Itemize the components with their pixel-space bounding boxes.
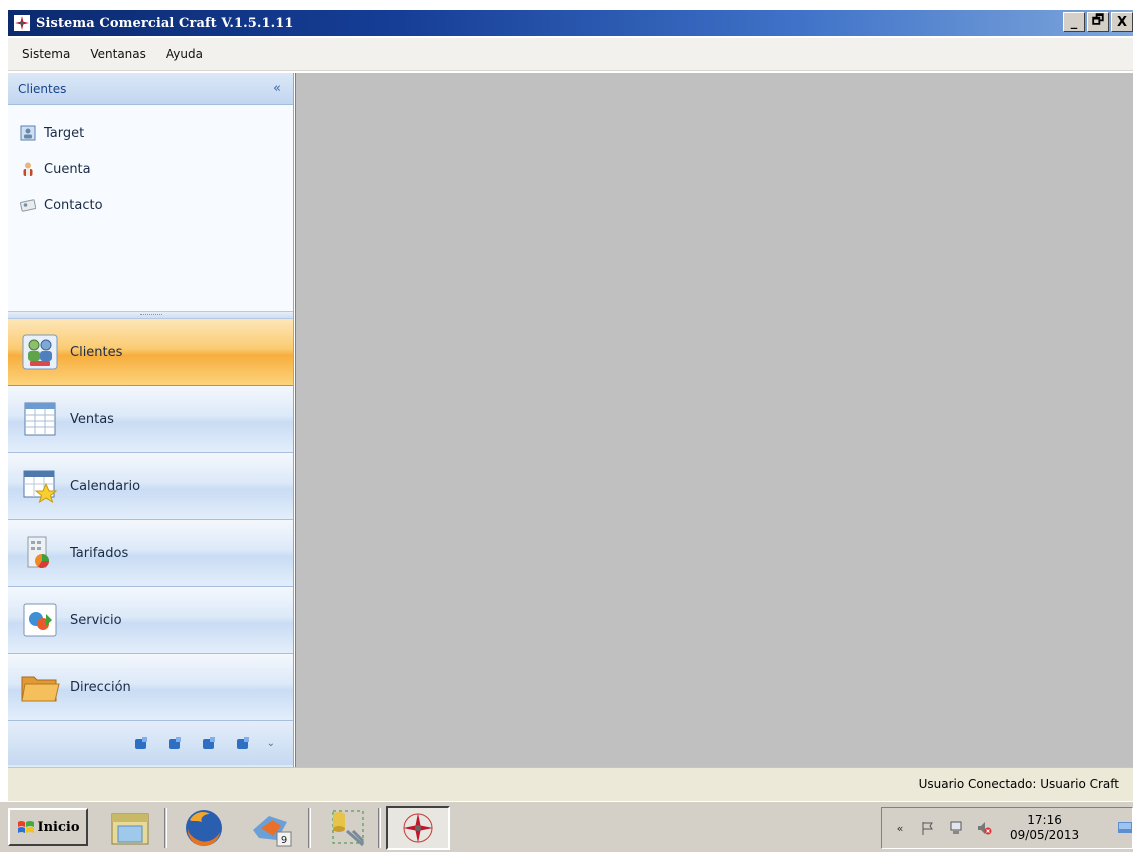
nav-button-calendario[interactable]: Calendario xyxy=(8,453,293,520)
database-tools-icon xyxy=(332,810,365,847)
window-controls: _ 🗗 X xyxy=(1061,12,1133,32)
nav-button-tarifados[interactable]: Tarifados xyxy=(8,520,293,587)
windows-flag-icon xyxy=(17,821,34,833)
collapse-pane-button[interactable]: « xyxy=(273,81,281,96)
clock-date: 09/05/2013 xyxy=(1010,828,1080,842)
nav-link-contacto[interactable]: Contacto xyxy=(8,187,293,223)
nav-button-label: Tarifados xyxy=(70,545,129,561)
contact-card-icon xyxy=(20,199,36,212)
menu-ayuda[interactable]: Ayuda xyxy=(166,47,203,61)
nav-link-target[interactable]: Target xyxy=(8,115,293,151)
volume-muted-icon[interactable] xyxy=(976,820,992,836)
tray-expand-icon[interactable]: « xyxy=(892,820,908,836)
nav-link-label: Target xyxy=(44,125,85,141)
taskbar-toolbox[interactable]: 9 xyxy=(240,806,304,850)
taskbar-separator xyxy=(308,808,311,848)
nav-button-direccion[interactable]: Dirección xyxy=(8,654,293,721)
nav-overflow-bar: ⌄ xyxy=(8,721,293,765)
clock-time: 17:16 xyxy=(1027,813,1062,827)
overflow-module-icon[interactable] xyxy=(235,735,251,751)
taskbar-db-tools[interactable] xyxy=(314,806,378,850)
start-label: Inicio xyxy=(37,819,80,835)
menu-ventanas[interactable]: Ventanas xyxy=(90,47,146,61)
minimize-button[interactable]: _ xyxy=(1063,12,1085,32)
account-user-icon xyxy=(23,162,33,176)
rates-chart-icon xyxy=(20,533,60,573)
nav-button-label: Ventas xyxy=(70,411,114,427)
taskbar: Inicio 9 « 17:16 09/05/2013 xyxy=(0,801,1133,852)
file-explorer-icon xyxy=(111,813,149,845)
splitter-grip xyxy=(139,314,162,316)
nav-button-ventas[interactable]: Ventas xyxy=(8,386,293,453)
pane-splitter[interactable] xyxy=(8,311,293,319)
nav-button-label: Calendario xyxy=(70,478,141,494)
app-compass-icon xyxy=(403,813,433,843)
taskbar-clock[interactable]: 17:16 09/05/2013 xyxy=(1010,813,1079,843)
menu-sistema[interactable]: Sistema xyxy=(22,47,70,61)
system-tray: « 17:16 09/05/2013 xyxy=(881,807,1133,849)
window-title: Sistema Comercial Craft V.1.5.1.11 xyxy=(36,15,294,31)
nav-button-clientes[interactable]: Clientes xyxy=(8,319,293,386)
menu-bar: Sistema Ventanas Ayuda xyxy=(8,38,1133,71)
show-desktop-icon[interactable] xyxy=(1118,821,1132,835)
folder-icon xyxy=(20,667,60,707)
overflow-module-icon[interactable] xyxy=(133,735,149,751)
nav-button-label: Servicio xyxy=(70,612,122,628)
action-center-flag-icon[interactable] xyxy=(920,820,936,836)
mdi-workspace xyxy=(295,73,1133,767)
restore-button[interactable]: 🗗 xyxy=(1087,12,1109,32)
network-icon[interactable] xyxy=(948,820,964,836)
taskbar-separator xyxy=(164,808,167,848)
nav-button-label: Dirección xyxy=(70,679,131,695)
clients-group-icon xyxy=(20,332,60,372)
taskbar-firefox[interactable] xyxy=(172,806,236,850)
toolbox-badge: 9 xyxy=(281,835,287,846)
nav-header: Clientes « xyxy=(8,73,293,105)
start-button[interactable]: Inicio xyxy=(8,808,88,846)
chevron-down-icon[interactable]: ⌄ xyxy=(267,738,275,749)
taskbar-explorer[interactable] xyxy=(98,806,162,850)
nav-link-list: Target Cuenta Contacto xyxy=(8,105,293,311)
connected-user-status: Usuario Conectado: Usuario Craft xyxy=(918,777,1119,791)
nav-button-label: Clientes xyxy=(70,344,123,360)
close-button[interactable]: X xyxy=(1111,12,1133,32)
title-bar: Sistema Comercial Craft V.1.5.1.11 _ 🗗 X xyxy=(8,10,1133,36)
navigation-pane: Clientes « Target Cuenta Contacto Client… xyxy=(8,73,294,767)
nav-link-cuenta[interactable]: Cuenta xyxy=(8,151,293,187)
tools-icon: 9 xyxy=(253,816,292,847)
overflow-module-icon[interactable] xyxy=(201,735,217,751)
nav-link-label: Cuenta xyxy=(44,161,91,177)
app-compass-icon xyxy=(14,15,30,31)
overflow-module-icon[interactable] xyxy=(167,735,183,751)
status-bar: Usuario Conectado: Usuario Craft xyxy=(8,767,1133,801)
nav-link-label: Contacto xyxy=(44,197,103,213)
nav-header-title: Clientes xyxy=(18,81,67,96)
firefox-icon xyxy=(186,810,222,847)
sales-sheet-icon xyxy=(20,399,60,439)
target-user-icon xyxy=(20,125,36,141)
nav-button-servicio[interactable]: Servicio xyxy=(8,587,293,654)
calendar-star-icon xyxy=(20,466,60,506)
taskbar-separator xyxy=(378,808,381,848)
service-icon xyxy=(20,600,60,640)
taskbar-sistema-comercial[interactable] xyxy=(386,806,450,850)
